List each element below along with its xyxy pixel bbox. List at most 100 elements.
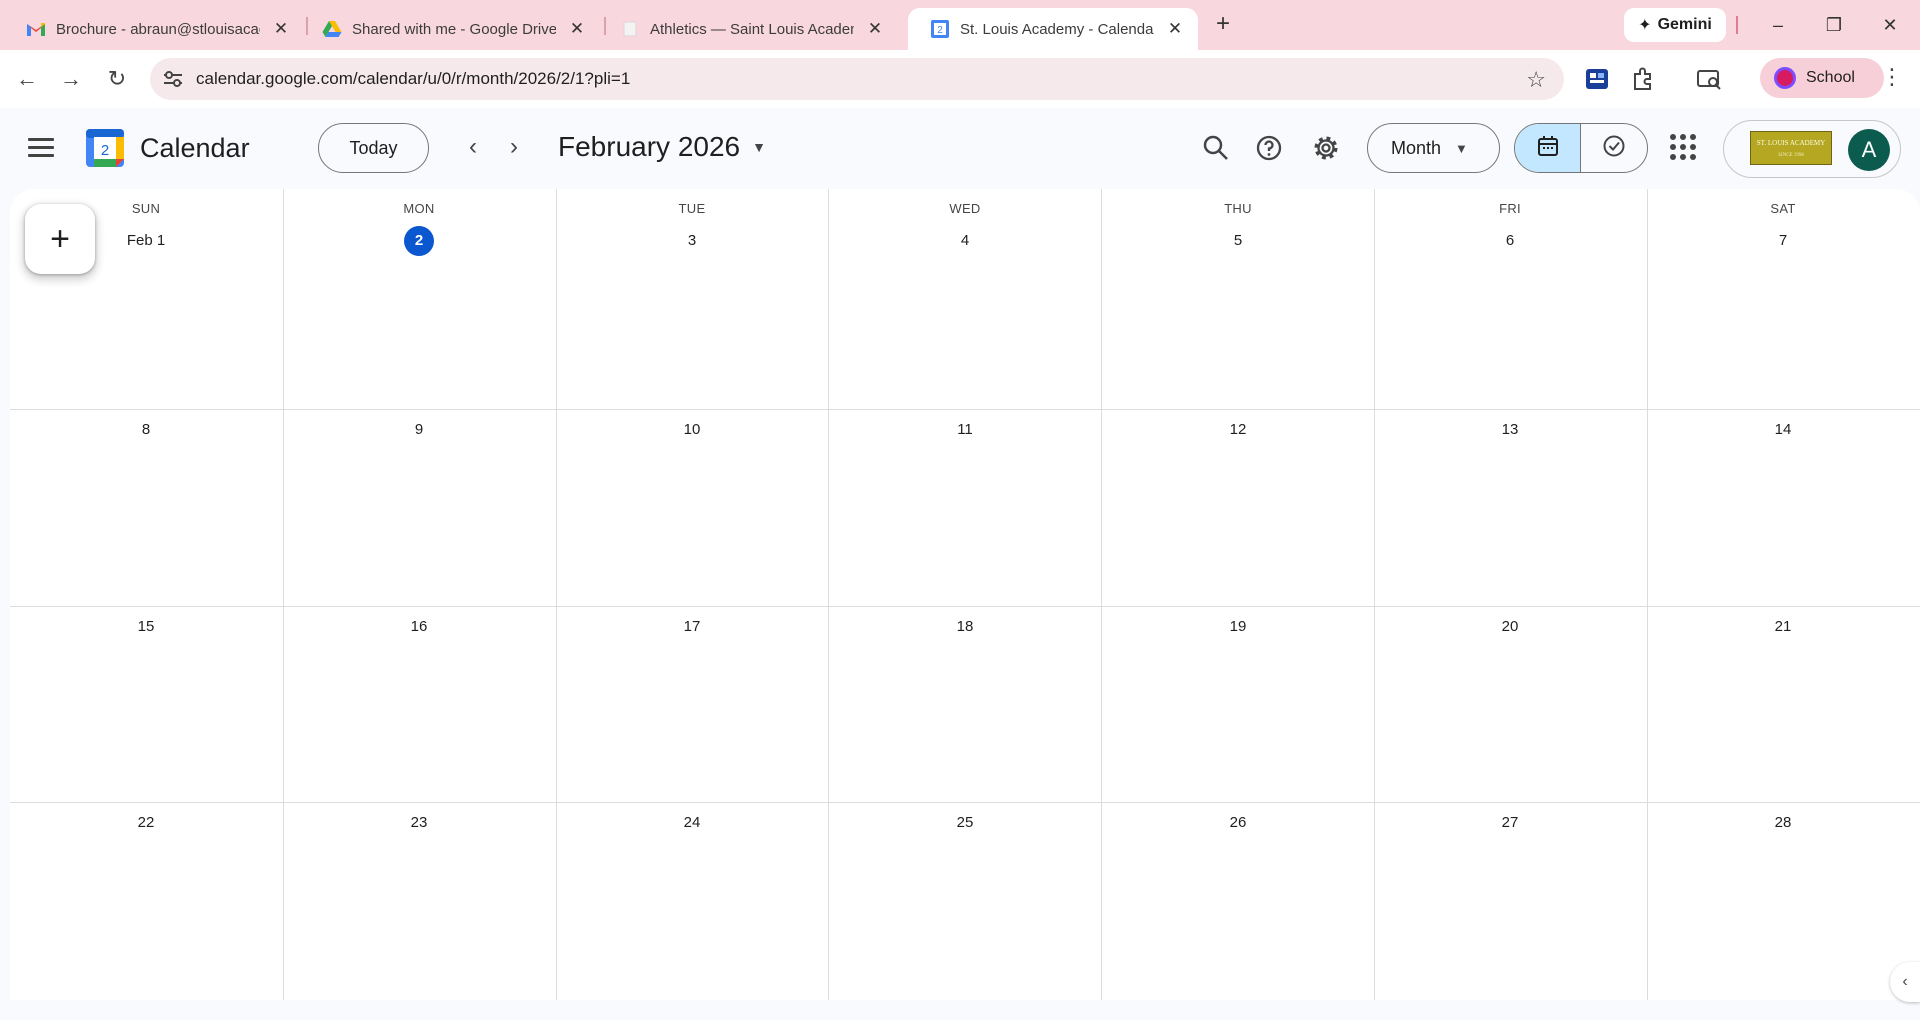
tab-athletics[interactable]: Athletics — Saint Louis Academ ✕ [598, 8, 898, 50]
date-number[interactable]: 9 [402, 415, 436, 445]
date-number[interactable]: 10 [675, 415, 709, 445]
google-apps-icon[interactable] [1670, 134, 1696, 160]
date-number[interactable]: 24 [675, 808, 709, 838]
calendar-view-button[interactable] [1515, 124, 1581, 172]
gmail-icon [26, 19, 46, 39]
minimize-icon[interactable]: – [1758, 10, 1798, 40]
date-number[interactable]: 13 [1493, 415, 1527, 445]
gemini-button[interactable]: ✦ Gemini [1624, 8, 1726, 42]
create-button[interactable]: + [25, 204, 95, 274]
restore-icon[interactable]: ❐ [1814, 10, 1854, 40]
month-title[interactable]: February 2026 ▼ [558, 131, 766, 163]
caret-down-icon: ▼ [752, 139, 766, 155]
org-logo-subtext: SINCE 1998 [1778, 152, 1804, 158]
tab-google-drive[interactable]: Shared with me - Google Drive ✕ [300, 8, 600, 50]
date-number[interactable]: 20 [1493, 612, 1527, 642]
day-cell[interactable] [1101, 189, 1374, 386]
help-icon[interactable] [1253, 132, 1285, 164]
tasks-view-button[interactable] [1581, 124, 1647, 172]
today-button[interactable]: Today [318, 123, 429, 173]
date-number[interactable]: 16 [402, 612, 436, 642]
close-icon[interactable]: ✕ [1166, 19, 1184, 39]
date-number[interactable]: Feb 1 [116, 226, 176, 256]
gemini-label: Gemini [1657, 16, 1712, 33]
tab-title: Shared with me - Google Drive [352, 20, 556, 38]
tab-strip-divider [1736, 16, 1738, 34]
organization-logo: ST. LOUIS ACADEMY SINCE 1998 [1750, 131, 1832, 165]
calendar-icon [1537, 135, 1559, 162]
date-number[interactable]: 11 [948, 415, 982, 445]
tab-title: Athletics — Saint Louis Academ [650, 20, 854, 38]
date-number[interactable]: 27 [1493, 808, 1527, 838]
close-icon[interactable]: ✕ [272, 19, 290, 39]
tab-calendar-active[interactable]: 2 St. Louis Academy - Calendar - ✕ [908, 8, 1198, 50]
close-icon[interactable]: ✕ [568, 19, 586, 39]
forward-icon[interactable]: → [56, 64, 86, 94]
date-number[interactable]: 23 [402, 808, 436, 838]
day-cell[interactable] [283, 189, 556, 386]
date-number[interactable]: 28 [1766, 808, 1800, 838]
close-window-icon[interactable]: ✕ [1870, 10, 1910, 40]
calendar-app: 2 Calendar Today ‹ › February 2026 ▼ Mon… [0, 108, 1920, 1020]
previous-month-icon[interactable]: ‹ [458, 133, 488, 163]
date-number[interactable]: 6 [1493, 226, 1527, 256]
date-number[interactable]: 3 [675, 226, 709, 256]
site-info-icon[interactable] [162, 69, 184, 89]
gemini-sparkle-icon: ✦ [1638, 17, 1652, 34]
avatar: A [1848, 129, 1890, 171]
day-cell[interactable] [1374, 189, 1647, 386]
new-tab-button[interactable]: + [1210, 12, 1236, 38]
day-cell[interactable] [556, 189, 829, 386]
date-number[interactable]: 17 [675, 612, 709, 642]
google-calendar-icon: 2 [930, 19, 950, 39]
close-icon[interactable]: ✕ [866, 19, 884, 39]
profile-button[interactable]: School [1760, 58, 1884, 98]
date-number[interactable]: 7 [1766, 226, 1800, 256]
tab-gmail-brochure[interactable]: Brochure - abraun@stlouisacad ✕ [4, 8, 304, 50]
google-drive-icon [322, 19, 342, 39]
date-number[interactable]: 12 [1221, 415, 1255, 445]
address-bar[interactable]: calendar.google.com/calendar/u/0/r/month… [150, 58, 1564, 100]
date-number[interactable]: 4 [948, 226, 982, 256]
app-title: Calendar [140, 133, 250, 163]
date-number[interactable]: 25 [948, 808, 982, 838]
blank-page-icon [620, 19, 640, 39]
date-number[interactable]: 8 [129, 415, 163, 445]
date-number[interactable]: 5 [1221, 226, 1255, 256]
settings-gear-icon[interactable] [1310, 132, 1342, 164]
view-switcher[interactable]: Month ▼ [1367, 123, 1500, 173]
url-text: calendar.google.com/calendar/u/0/r/month… [196, 69, 631, 88]
date-number[interactable]: 22 [129, 808, 163, 838]
date-number[interactable]: 26 [1221, 808, 1255, 838]
date-number[interactable]: 19 [1221, 612, 1255, 642]
month-grid: SUN MON TUE WED THU FRI SAT Feb 1 2 3 4 5 6 7 8 9 10 11 12… [10, 189, 1920, 1000]
tab-search-icon[interactable] [1696, 66, 1722, 92]
back-icon[interactable]: ← [12, 64, 42, 94]
org-logo-text: ST. LOUIS ACADEMY [1756, 138, 1826, 147]
main-menu-icon[interactable] [28, 138, 54, 158]
tab-title: Brochure - abraun@stlouisacad [56, 20, 260, 38]
browser-menu-icon[interactable]: ⋮ [1880, 64, 1904, 94]
bookmark-star-icon[interactable]: ☆ [1526, 67, 1546, 93]
search-icon[interactable] [1200, 132, 1232, 164]
svg-text:2: 2 [101, 142, 109, 159]
reload-icon[interactable]: ↻ [102, 64, 132, 94]
calendar-tasks-toggle [1514, 123, 1648, 173]
profile-avatar-icon [1774, 67, 1796, 89]
next-month-icon[interactable]: › [499, 133, 529, 163]
day-cell[interactable] [828, 189, 1101, 386]
google-calendar-logo-icon[interactable]: 2 [85, 128, 125, 168]
extensions-puzzle-icon[interactable] [1630, 66, 1656, 92]
date-number[interactable]: 14 [1766, 415, 1800, 445]
date-number[interactable]: 21 [1766, 612, 1800, 642]
extension-badge-icon[interactable] [1584, 66, 1610, 92]
today-date-number[interactable]: 2 [404, 226, 434, 256]
account-switcher[interactable]: ST. LOUIS ACADEMY SINCE 1998 A [1723, 120, 1901, 178]
task-check-icon [1602, 134, 1626, 163]
day-cell[interactable] [1647, 189, 1920, 386]
browser-toolbar: ← → ↻ calendar.google.com/calendar/u/0/r… [0, 50, 1920, 108]
view-label: Month [1391, 137, 1442, 158]
date-number[interactable]: 15 [129, 612, 163, 642]
svg-text:2: 2 [937, 25, 943, 36]
date-number[interactable]: 18 [948, 612, 982, 642]
